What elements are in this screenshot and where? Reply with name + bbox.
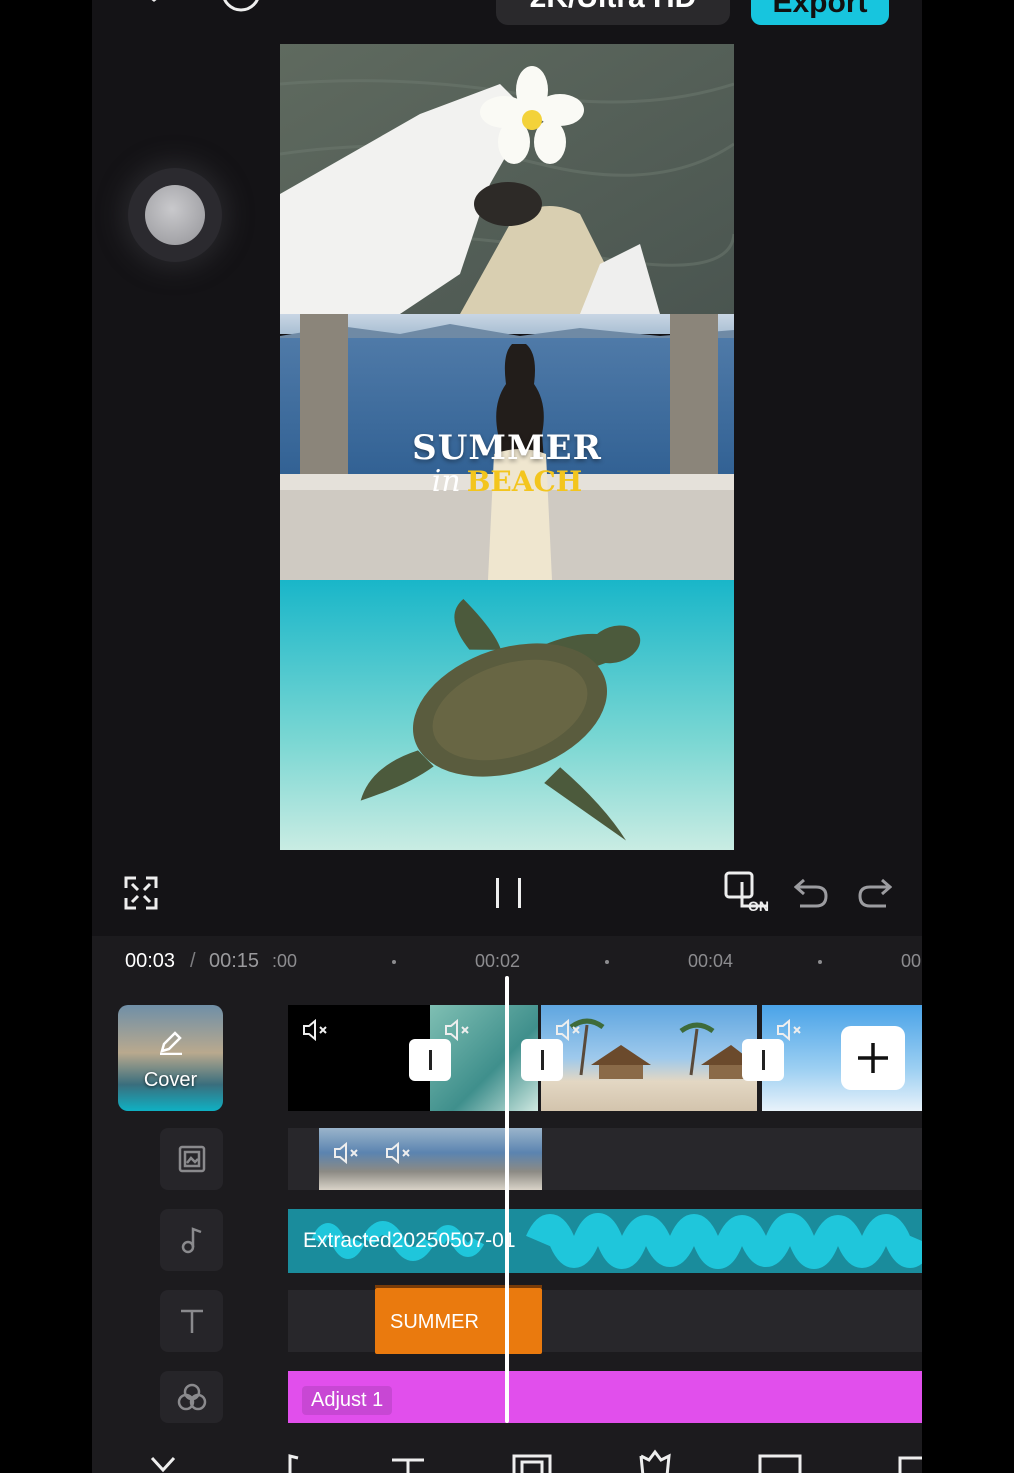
mute-icon[interactable] xyxy=(776,1019,804,1041)
editor-screen: 2K/Ultra HD Export xyxy=(92,0,922,1473)
audio-track-button[interactable] xyxy=(160,1209,223,1271)
overlay-title-line2: in BEACH xyxy=(280,464,734,499)
music-note-icon xyxy=(181,1227,201,1254)
text-tool-icon[interactable] xyxy=(390,1446,426,1473)
audio-clip-label: Extracted20250507-01 xyxy=(303,1229,516,1252)
video-preview[interactable]: SUMMER in BEACH xyxy=(280,44,734,850)
fullscreen-icon[interactable] xyxy=(124,876,158,915)
ruler-dot xyxy=(818,960,822,964)
ruler-dot xyxy=(392,960,396,964)
cover-label: Cover xyxy=(143,1069,198,1091)
mute-icon[interactable] xyxy=(444,1019,472,1041)
timeline-panel: 00:03 / 00:15 :00 00:02 00:04 00 Cover E… xyxy=(92,936,922,1473)
overlay-track-button[interactable] xyxy=(160,1128,223,1190)
keyframe-on-label: ON xyxy=(748,898,769,914)
effects-icon xyxy=(177,1383,206,1411)
overlay-tool-icon[interactable] xyxy=(512,1446,552,1473)
effects-track-button[interactable] xyxy=(160,1371,223,1423)
pause-icon[interactable] xyxy=(494,876,524,915)
current-time: 00:03 xyxy=(125,950,176,972)
text-clip-label: SUMMER xyxy=(390,1311,479,1333)
adjust-clip-label: Adjust 1 xyxy=(302,1386,393,1415)
effects-tool-icon[interactable] xyxy=(637,1446,673,1473)
ruler-tick: 00 xyxy=(901,951,922,971)
transition-button[interactable] xyxy=(409,1039,451,1081)
time-separator: / xyxy=(190,950,196,972)
overlay-title-script: in xyxy=(431,464,461,499)
preview-panel-balcony: SUMMER in BEACH xyxy=(280,314,734,580)
main-video-track[interactable] xyxy=(288,1005,922,1111)
cover-button[interactable]: Cover xyxy=(118,1005,223,1111)
resolution-label: 2K/Ultra HD xyxy=(530,0,697,14)
audio-clip[interactable]: Extracted20250507-01 xyxy=(288,1209,922,1273)
playhead[interactable] xyxy=(505,976,509,1423)
overlay-title-beach: BEACH xyxy=(466,465,583,498)
keyframe-toggle[interactable]: ON xyxy=(724,870,772,916)
undo-icon[interactable] xyxy=(793,876,828,913)
text-clip[interactable]: SUMMER xyxy=(375,1285,542,1354)
bottom-toolbar xyxy=(92,1446,922,1473)
plus-icon xyxy=(858,1043,888,1073)
transition-button[interactable] xyxy=(742,1039,784,1081)
ruler-tick: 00:02 xyxy=(475,951,521,971)
transition-button[interactable] xyxy=(521,1039,563,1081)
audio-tool-icon[interactable] xyxy=(272,1446,302,1473)
preview-panel-turtle xyxy=(280,580,734,850)
ruler-dot xyxy=(605,960,609,964)
mute-icon[interactable] xyxy=(555,1019,583,1041)
edit-tool-icon[interactable] xyxy=(148,1446,178,1473)
pencil-icon xyxy=(160,1031,182,1055)
mute-icon[interactable] xyxy=(302,1019,330,1041)
help-icon[interactable] xyxy=(220,0,262,19)
floating-record-button[interactable] xyxy=(128,168,222,262)
overlay-title-line1: SUMMER xyxy=(412,428,602,468)
ruler-tick: 00:04 xyxy=(688,951,734,971)
mute-icon[interactable] xyxy=(333,1142,361,1164)
ruler-tick: :00 xyxy=(272,951,298,971)
text-track-button[interactable] xyxy=(160,1290,223,1352)
text-icon xyxy=(180,1309,203,1333)
redo-icon[interactable] xyxy=(858,876,893,913)
export-button[interactable]: Export xyxy=(751,0,889,25)
mute-icon[interactable] xyxy=(385,1142,413,1164)
close-icon[interactable] xyxy=(134,0,174,17)
resolution-selector[interactable]: 2K/Ultra HD xyxy=(496,0,730,25)
overlay-track[interactable] xyxy=(288,1128,922,1190)
preview-panel-flower xyxy=(280,44,734,314)
video-clip-beach-huts[interactable] xyxy=(541,1005,757,1111)
format-tool-icon[interactable] xyxy=(898,1446,922,1473)
overlay-icon xyxy=(178,1145,205,1173)
total-time: 00:15 xyxy=(209,950,260,972)
adjust-clip[interactable]: Adjust 1 xyxy=(288,1371,922,1423)
captions-tool-icon[interactable] xyxy=(758,1446,802,1473)
add-clip-button[interactable] xyxy=(841,1026,905,1090)
